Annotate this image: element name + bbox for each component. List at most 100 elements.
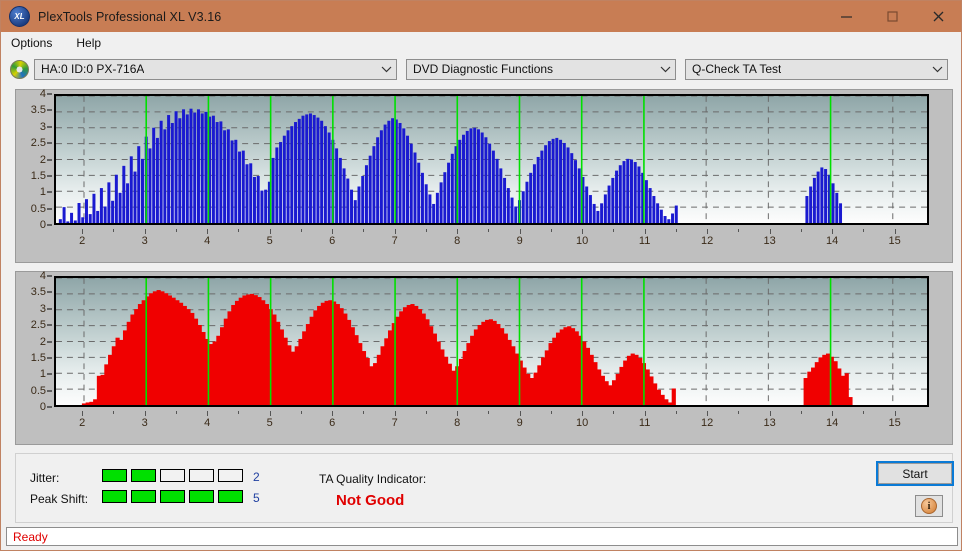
chart-bar	[644, 180, 648, 223]
chart-bar	[555, 332, 561, 405]
chart-bar	[338, 157, 342, 223]
y-tick-label: 1.5	[30, 351, 46, 364]
chart-panel-bottom: 0 0.5 1 1.5 2 2.5 3 3.5 4 2 3 4 5 6 7 8 9 10 11 12 13 14 15	[15, 270, 953, 445]
chart-bar	[383, 124, 387, 223]
x-tick-minor	[425, 229, 427, 232]
chart-bar	[152, 291, 158, 405]
chart-bar	[261, 300, 266, 405]
chart-bar	[294, 122, 298, 223]
chart-bar	[129, 156, 133, 223]
disc-icon	[10, 59, 29, 79]
chart-bar	[664, 399, 669, 405]
chart-bar	[85, 402, 90, 405]
x-tick-minor	[113, 411, 115, 414]
plextools-logo-icon: XL	[9, 6, 30, 27]
y-tick-label: 4	[39, 88, 46, 100]
x-tick	[894, 411, 896, 416]
chart-bar	[585, 347, 591, 405]
chart-bar	[424, 184, 428, 223]
chart-bar	[413, 152, 417, 223]
chart-bar	[473, 127, 477, 223]
peak-shift-value: 5	[253, 491, 260, 505]
chart-bar	[465, 130, 469, 223]
info-button[interactable]: i	[915, 495, 943, 517]
chart-bar	[365, 358, 370, 405]
chart-bar	[439, 182, 443, 223]
start-button[interactable]: Start	[876, 461, 954, 486]
x-tick	[707, 229, 709, 234]
chart-bar	[297, 118, 301, 223]
x-tick-label: 9	[516, 235, 523, 247]
ta-quality-indicator-label: TA Quality Indicator:	[319, 472, 427, 486]
chart-bar	[361, 176, 365, 223]
chart-bar	[611, 380, 617, 405]
function-select[interactable]: DVD Diagnostic Functions	[406, 58, 676, 80]
chart-bar	[66, 221, 70, 223]
x-tick	[269, 229, 271, 234]
test-select[interactable]: Q-Check TA Test	[685, 58, 948, 80]
window-title: PlexTools Professional XL V3.16	[38, 9, 222, 24]
y-tick-label: 1	[39, 186, 46, 199]
chart-bar	[450, 153, 454, 223]
chart-bar	[514, 206, 518, 223]
chart-bar	[369, 366, 374, 405]
drive-select[interactable]: HA:0 ID:0 PX-716A	[34, 58, 397, 80]
chart-bar	[141, 300, 146, 405]
maximize-icon[interactable]	[869, 1, 915, 32]
x-tick-minor	[175, 411, 177, 414]
chart-bar	[547, 141, 551, 223]
chart-bar	[436, 341, 441, 405]
logo-text: XL	[14, 12, 25, 21]
status-text: Ready	[13, 529, 48, 544]
x-tick-minor	[550, 411, 552, 414]
chart-bar	[115, 337, 120, 405]
chart-bar	[133, 171, 137, 223]
chart-bar	[264, 189, 268, 223]
plot-area-top	[54, 94, 929, 225]
info-icon: i	[921, 498, 937, 514]
chart-bar	[656, 203, 660, 223]
menu-item-options[interactable]: Options	[9, 34, 62, 52]
chart-bar	[216, 335, 221, 405]
y-axis-labels-bottom: 0 0.5 1 1.5 2 2.5 3 3.5 4	[16, 270, 52, 413]
chart-bar	[238, 297, 243, 405]
chart-bar	[77, 202, 81, 223]
x-tick-label: 12	[701, 417, 714, 429]
chart-bar	[339, 308, 344, 405]
chart-bar	[92, 193, 96, 223]
chart-bar	[391, 118, 395, 223]
chart-bar	[653, 383, 658, 405]
chart-bar	[607, 185, 611, 223]
menu-item-help[interactable]: Help	[74, 34, 111, 52]
chart-bar	[645, 369, 650, 405]
function-select-value: DVD Diagnostic Functions	[413, 62, 554, 76]
chart-bar	[844, 373, 849, 405]
chart-bar	[582, 341, 587, 405]
chart-bar	[589, 354, 594, 405]
chart-bar	[156, 290, 161, 405]
chart-bar	[484, 137, 488, 223]
chart-bar	[104, 364, 109, 405]
y-tick-label: 2	[39, 335, 46, 348]
chart-bar	[395, 316, 400, 405]
close-icon[interactable]	[915, 1, 961, 32]
x-tick	[519, 411, 521, 416]
chart-bar	[159, 120, 163, 223]
chart-bar	[212, 341, 217, 405]
chart-bar	[328, 300, 333, 405]
y-tick	[47, 208, 52, 210]
x-tick-minor	[113, 229, 115, 232]
chart-bar	[308, 113, 312, 223]
y-tick-label: 1.5	[30, 169, 46, 182]
minimize-icon[interactable]	[823, 1, 869, 32]
chart-bar	[350, 189, 354, 223]
chart-bar	[155, 137, 159, 223]
y-tick	[47, 324, 52, 326]
x-tick	[769, 229, 771, 234]
chart-bar	[604, 381, 609, 405]
chart-bar	[671, 388, 676, 405]
chart-bar	[81, 403, 87, 405]
y-tick	[47, 109, 52, 111]
chart-bar	[674, 205, 678, 223]
x-tick-minor	[738, 411, 740, 414]
